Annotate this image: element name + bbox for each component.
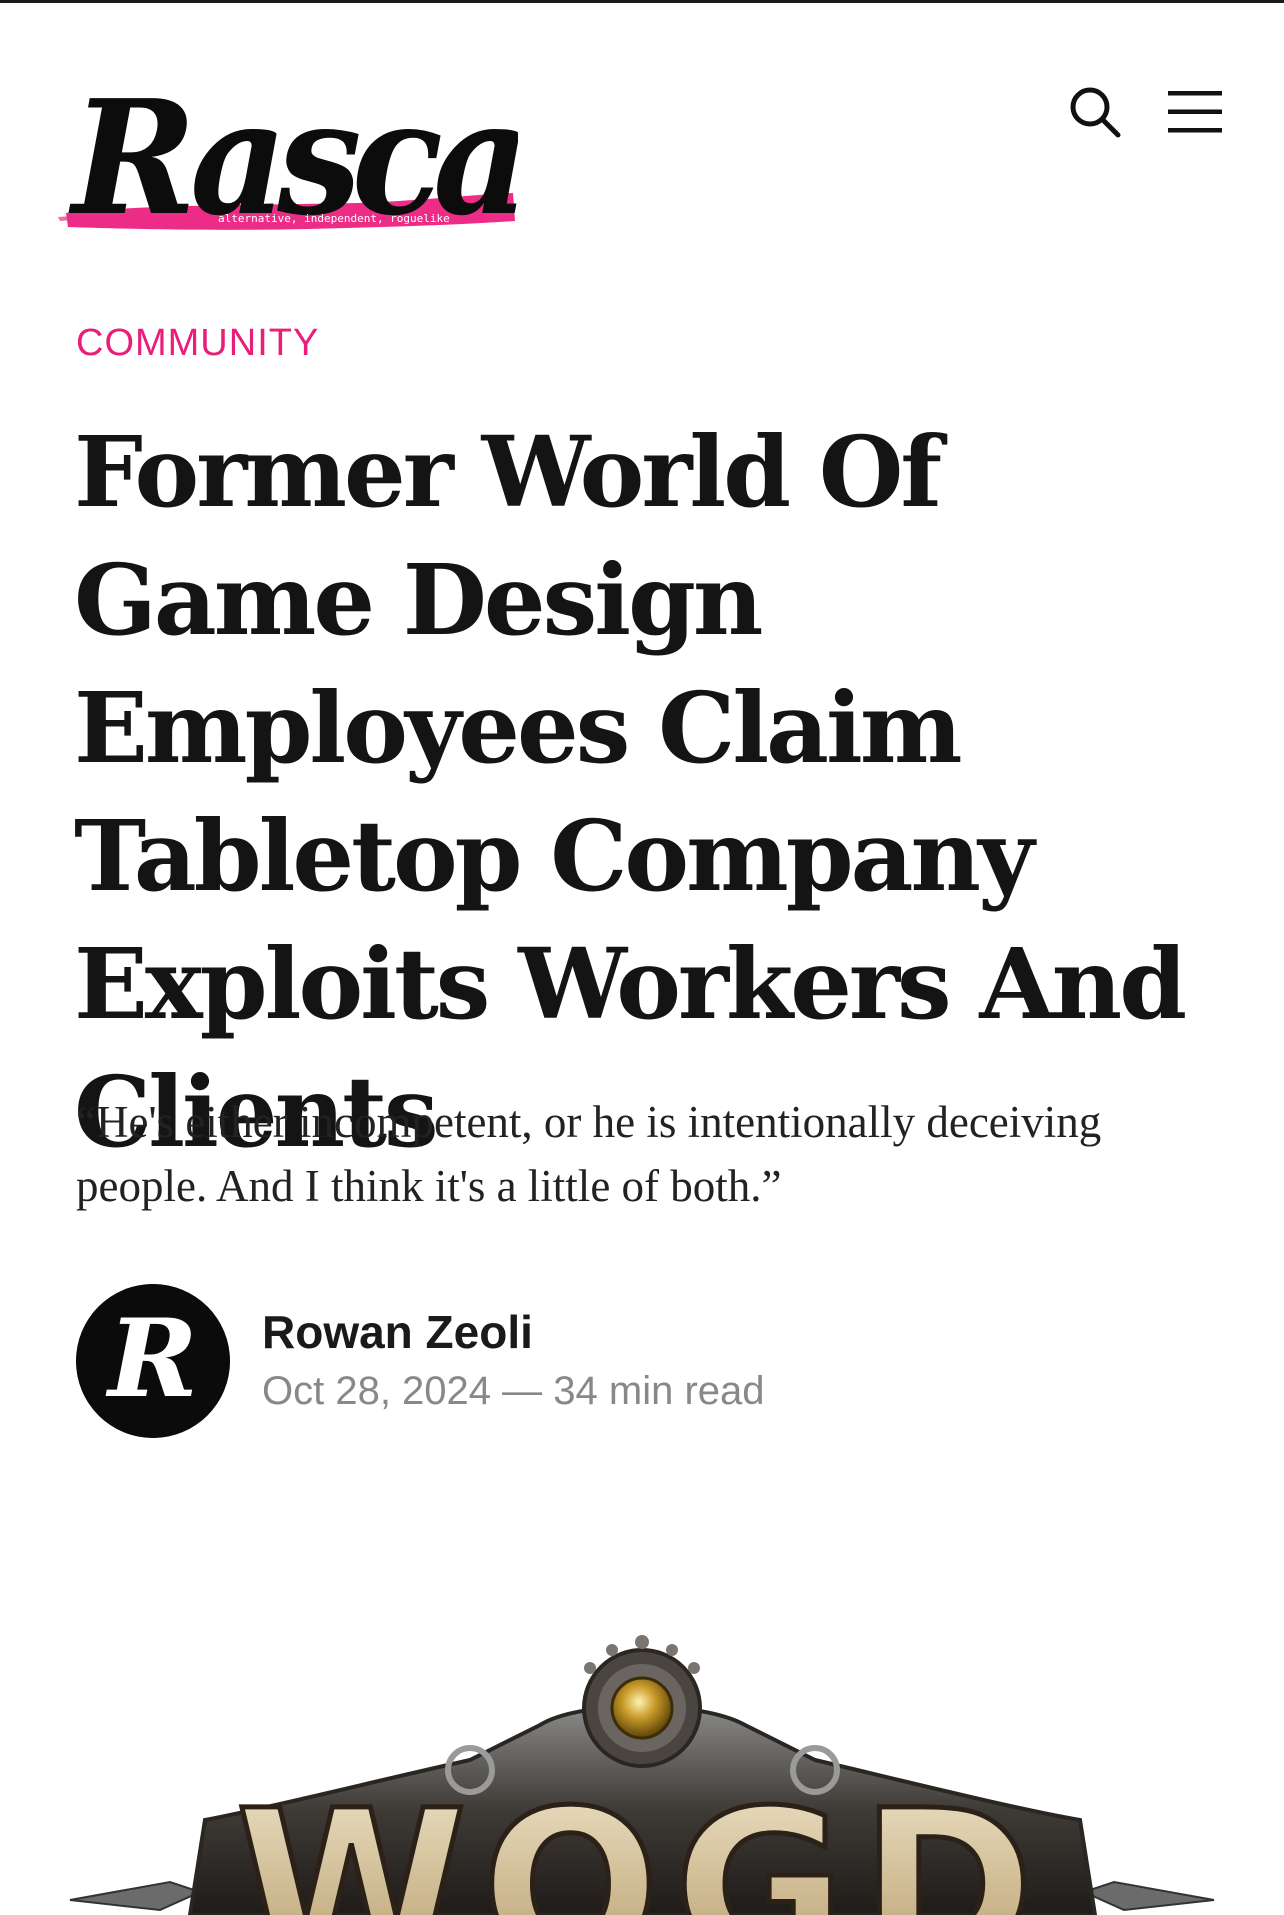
search-icon <box>1070 87 1121 138</box>
logo-tagline: alternative, independent, roguelike <box>218 212 450 225</box>
read-time: 34 min read <box>553 1369 765 1413</box>
author-name[interactable]: Rowan Zeoli <box>262 1303 765 1361</box>
byline: R Rowan Zeoli Oct 28, 2024 — 34 min read <box>76 1284 765 1438</box>
wogd-logo-image: WOGD <box>69 1635 1215 1915</box>
author-avatar-image: R <box>76 1284 230 1438</box>
menu-button[interactable] <box>1166 83 1224 141</box>
byline-text: Rowan Zeoli Oct 28, 2024 — 34 min read <box>262 1303 765 1419</box>
category-tag[interactable]: COMMUNITY <box>76 322 319 365</box>
site-header: Rascal alternative, independent, rogueli… <box>0 3 1284 263</box>
article-excerpt: “He's either incompetent, or he is inten… <box>76 1097 1102 1211</box>
publish-date: Oct 28, 2024 <box>262 1369 492 1413</box>
author-avatar[interactable]: R <box>76 1284 230 1438</box>
hamburger-menu-icon <box>1168 91 1222 133</box>
avatar-letter: R <box>105 1296 198 1422</box>
article-meta: Oct 28, 2024 — 34 min read <box>262 1363 765 1419</box>
rascal-logo-image: Rascal alternative, independent, rogueli… <box>58 67 518 245</box>
feature-image-text: WOGD <box>236 1765 1049 1915</box>
search-button[interactable] <box>1066 83 1124 141</box>
header-actions <box>1066 83 1224 141</box>
site-logo[interactable]: Rascal alternative, independent, rogueli… <box>58 45 518 245</box>
meta-separator: — <box>502 1369 543 1413</box>
feature-image: WOGD <box>0 1620 1284 1915</box>
article-title: Former World Of Game Design Employees Cl… <box>74 415 1187 1169</box>
